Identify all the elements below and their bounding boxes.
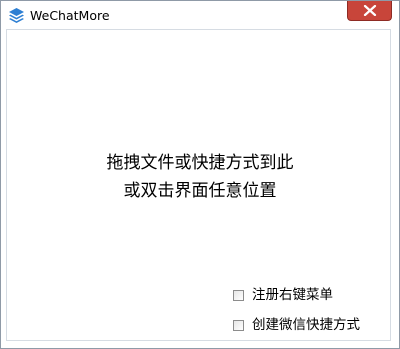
drop-instruction-line1: 拖拽文件或快捷方式到此: [106, 153, 294, 173]
create-wechat-shortcut-checkbox[interactable]: [233, 319, 244, 331]
close-button[interactable]: [347, 1, 392, 21]
close-icon: [363, 5, 377, 16]
drop-instruction-line2: 或双击界面任意位置: [123, 181, 277, 201]
title-bar[interactable]: WeChatMore: [1, 1, 399, 30]
create-wechat-shortcut-option[interactable]: 创建微信快捷方式: [233, 316, 360, 334]
register-context-menu-checkbox[interactable]: [233, 289, 244, 301]
register-context-menu-option[interactable]: 注册右键菜单: [233, 286, 333, 304]
window-title: WeChatMore: [30, 8, 110, 23]
create-wechat-shortcut-label: 创建微信快捷方式: [252, 317, 360, 333]
register-context-menu-label: 注册右键菜单: [252, 287, 333, 303]
stack-layers-icon: [8, 7, 25, 24]
